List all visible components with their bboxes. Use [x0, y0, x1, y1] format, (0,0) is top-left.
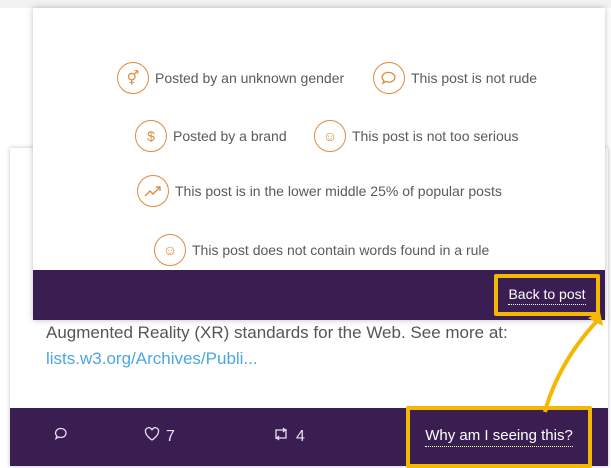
annotation-arrow-icon [543, 312, 603, 413]
